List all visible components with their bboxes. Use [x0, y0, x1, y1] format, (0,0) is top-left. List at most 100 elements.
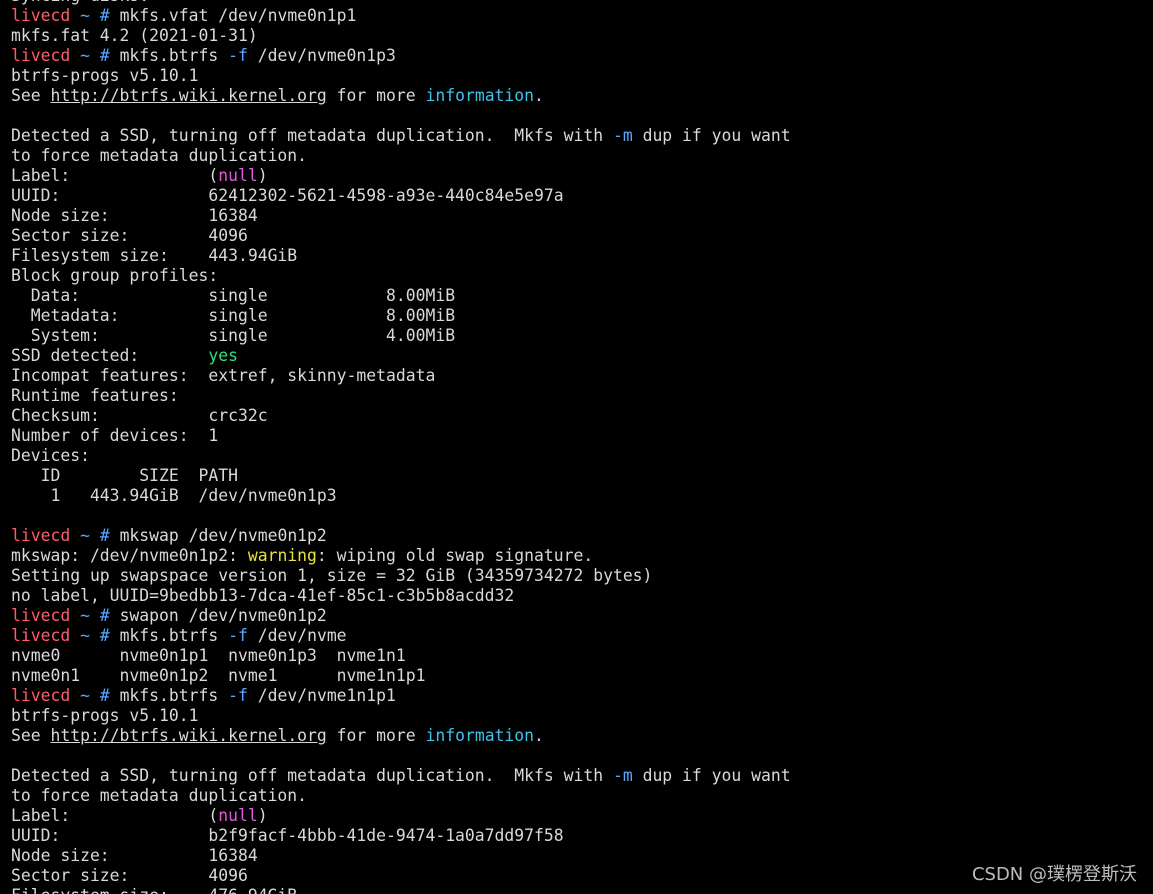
terminal-text: Sector size: 4096 — [11, 866, 248, 885]
terminal-line: Block group profiles: — [11, 266, 791, 286]
terminal-line: System: single 4.00MiB — [11, 326, 791, 346]
prompt-host: livecd — [11, 686, 71, 705]
terminal-line: nvme0 nvme0n1p1 nvme0n1p3 nvme1n1 — [11, 646, 791, 666]
terminal-text: information — [425, 726, 535, 745]
terminal-line: Data: single 8.00MiB — [11, 286, 791, 306]
terminal-line: UUID: 62412302-5621-4598-a93e-440c84e5e9… — [11, 186, 791, 206]
terminal-line: Metadata: single 8.00MiB — [11, 306, 791, 326]
terminal-text: -m — [612, 766, 633, 785]
terminal-text: Incompat features: extref, skinny-metada… — [11, 366, 436, 385]
terminal-line: mkfs.fat 4.2 (2021-01-31) — [11, 26, 791, 46]
terminal-text: ~ # — [70, 686, 120, 705]
terminal-line: Filesystem size: 476.94GiB — [11, 886, 791, 894]
terminal-text: mkfs.btrfs — [119, 626, 229, 645]
prompt-host: livecd — [11, 526, 71, 545]
terminal-line: Incompat features: extref, skinny-metada… — [11, 366, 791, 386]
terminal-text: btrfs-progs v5.10.1 — [11, 706, 199, 725]
terminal-text: ~ # — [70, 626, 120, 645]
terminal-line: UUID: b2f9facf-4bbb-41de-9474-1a0a7dd97f… — [11, 826, 791, 846]
terminal-line: Node size: 16384 — [11, 846, 791, 866]
terminal-line: btrfs-progs v5.10.1 — [11, 706, 791, 726]
terminal-line: to force metadata duplication. — [11, 146, 791, 166]
prompt-host: livecd — [11, 46, 71, 65]
terminal-line: mkswap: /dev/nvme0n1p2: warning: wiping … — [11, 546, 791, 566]
terminal-text: dup if you want — [632, 126, 791, 145]
terminal-line: livecd ~ # mkfs.btrfs -f /dev/nvme0n1p3 — [11, 46, 791, 66]
terminal-line: Label: (null) — [11, 166, 791, 186]
terminal-line: See http://btrfs.wiki.kernel.org for mor… — [11, 86, 791, 106]
terminal-text: ~ # — [70, 6, 120, 25]
terminal-text: System: single 4.00MiB — [11, 326, 456, 345]
terminal-text: Node size: 16384 — [11, 206, 258, 225]
terminal-text: -m — [612, 126, 633, 145]
terminal-text: Block group profiles: — [11, 266, 219, 285]
terminal-line: livecd ~ # mkfs.btrfs -f /dev/nvme — [11, 626, 791, 646]
terminal-text: Detected a SSD, turning off metadata dup… — [11, 126, 613, 145]
prompt-host: livecd — [11, 606, 71, 625]
terminal-text: to force metadata duplication. — [11, 146, 308, 165]
terminal-window[interactable]: Syncing disks.livecd ~ # mkfs.vfat /dev/… — [0, 0, 1153, 894]
terminal-text: Runtime features: — [11, 386, 179, 405]
terminal-text: Node size: 16384 — [11, 846, 258, 865]
terminal-line: livecd ~ # mkfs.btrfs -f /dev/nvme1n1p1 — [11, 686, 791, 706]
terminal-text: /dev/nvme1n1p1 — [247, 686, 396, 705]
terminal-text: mkfs.fat 4.2 (2021-01-31) — [11, 26, 258, 45]
terminal-text: ~ # — [70, 526, 120, 545]
terminal-text: btrfs-progs v5.10.1 — [11, 66, 199, 85]
terminal-line: Devices: — [11, 446, 791, 466]
terminal-line: 1 443.94GiB /dev/nvme0n1p3 — [11, 486, 791, 506]
terminal-text: UUID: b2f9facf-4bbb-41de-9474-1a0a7dd97f… — [11, 826, 564, 845]
terminal-text: for more — [326, 726, 426, 745]
terminal-text: -f — [228, 46, 248, 65]
terminal-line: ID SIZE PATH — [11, 466, 791, 486]
url-link[interactable]: http://btrfs.wiki.kernel.org — [50, 726, 326, 745]
terminal-text: for more — [326, 86, 426, 105]
terminal-text: ID SIZE PATH — [11, 466, 238, 485]
terminal-text: warning — [247, 546, 317, 565]
terminal-text: Filesystem size: 476.94GiB — [11, 886, 297, 894]
prompt-host: livecd — [11, 6, 71, 25]
terminal-text: ( — [208, 806, 219, 825]
url-link[interactable]: http://btrfs.wiki.kernel.org — [50, 86, 326, 105]
terminal-text: yes — [208, 346, 238, 365]
terminal-line: Node size: 16384 — [11, 206, 791, 226]
terminal-text: Devices: — [11, 446, 90, 465]
terminal-line: livecd ~ # swapon /dev/nvme0n1p2 — [11, 606, 791, 626]
terminal-text: Sector size: 4096 — [11, 226, 248, 245]
terminal-text: nvme0 nvme0n1p1 nvme0n1p3 nvme1n1 — [11, 646, 406, 665]
terminal-text: See — [11, 726, 51, 745]
terminal-text: information — [425, 86, 535, 105]
terminal-text: ) — [257, 166, 268, 185]
terminal-text: null — [218, 806, 258, 825]
terminal-line: SSD detected: yes — [11, 346, 791, 366]
terminal-text: ( — [208, 166, 219, 185]
terminal-line: livecd ~ # mkswap /dev/nvme0n1p2 — [11, 526, 791, 546]
terminal-text: -f — [228, 686, 248, 705]
terminal-text: mkfs.btrfs — [119, 686, 229, 705]
terminal-line: See http://btrfs.wiki.kernel.org for mor… — [11, 726, 791, 746]
terminal-text: Setting up swapspace version 1, size = 3… — [11, 566, 653, 585]
terminal-text: Detected a SSD, turning off metadata dup… — [11, 766, 613, 785]
terminal-text: ~ # — [70, 46, 120, 65]
terminal-text: nvme0n1 nvme0n1p2 nvme1 nvme1n1p1 — [11, 666, 426, 685]
terminal-line: no label, UUID=9bedbb13-7dca-41ef-85c1-c… — [11, 586, 791, 606]
terminal-text: See — [11, 86, 51, 105]
terminal-line: Runtime features: — [11, 386, 791, 406]
terminal-text: UUID: 62412302-5621-4598-a93e-440c84e5e9… — [11, 186, 564, 205]
terminal-text: 1 443.94GiB /dev/nvme0n1p3 — [11, 486, 337, 505]
terminal-output: Syncing disks.livecd ~ # mkfs.vfat /dev/… — [11, 0, 791, 894]
terminal-text: ) — [257, 806, 268, 825]
terminal-text: mkswap: /dev/nvme0n1p2: — [11, 546, 248, 565]
terminal-text: -f — [228, 626, 248, 645]
terminal-text: . — [534, 726, 544, 745]
terminal-line: Detected a SSD, turning off metadata dup… — [11, 126, 791, 146]
terminal-text: null — [218, 166, 258, 185]
terminal-text: dup if you want — [632, 766, 791, 785]
terminal-text: /dev/nvme0n1p3 — [247, 46, 396, 65]
terminal-text: Syncing disks. — [11, 0, 149, 5]
terminal-text: swapon /dev/nvme0n1p2 — [119, 606, 327, 625]
terminal-text: Checksum: crc32c — [11, 406, 268, 425]
